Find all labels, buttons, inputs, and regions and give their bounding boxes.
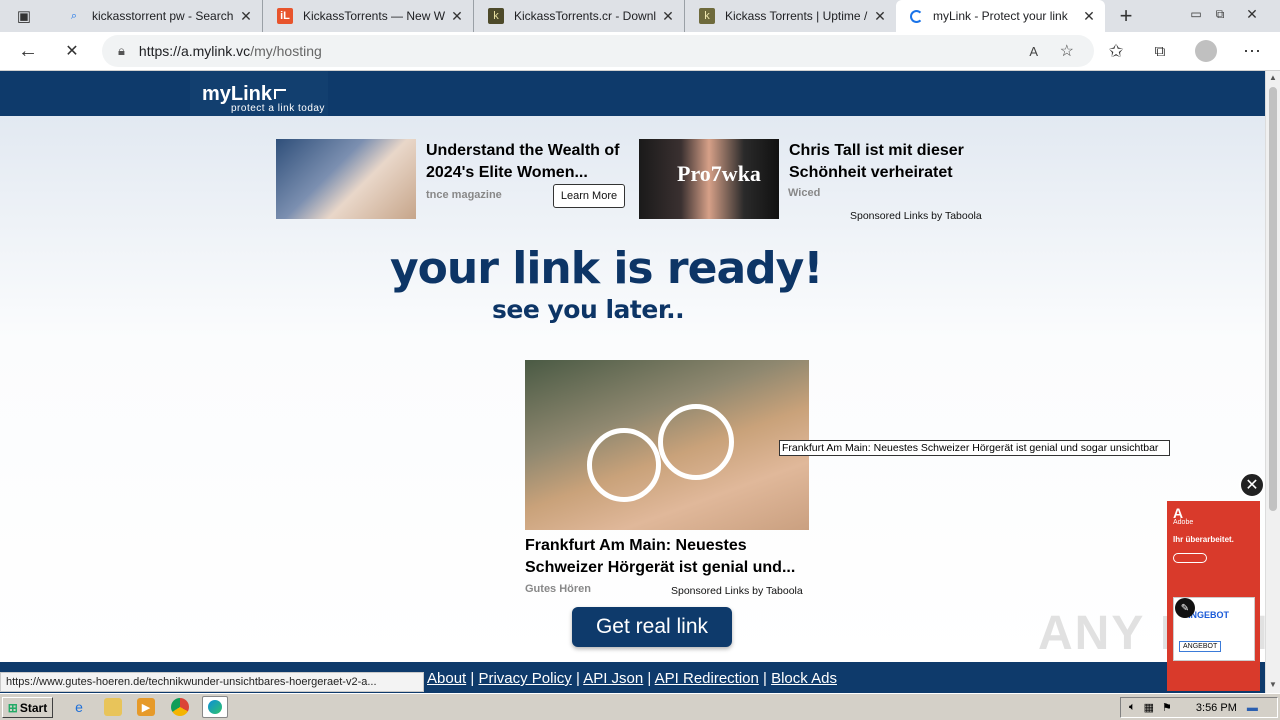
scroll-up-icon[interactable]: ▲ bbox=[1266, 73, 1280, 82]
search-icon: ⌕ bbox=[70, 9, 78, 22]
scroll-thumb[interactable] bbox=[1269, 87, 1277, 511]
browser-tab-strip: ▣ ⌕ kickasstorrent pw - Search ✕ iL Kick… bbox=[0, 0, 1280, 32]
footer-link-about[interactable]: About bbox=[427, 670, 466, 687]
footer-link-privacy[interactable]: Privacy Policy bbox=[478, 670, 571, 687]
ad-source: Gutes Hören bbox=[525, 583, 592, 595]
site-header: myLink protect a link today bbox=[0, 71, 1265, 116]
tab-mylink-active[interactable]: myLink - Protect your link ✕ bbox=[896, 0, 1105, 32]
sponsored-label[interactable]: Sponsored Links by Taboola bbox=[850, 210, 982, 222]
close-tab-icon[interactable]: ✕ bbox=[449, 8, 465, 25]
close-ad-button[interactable]: ✕ bbox=[1239, 472, 1265, 498]
lock-icon: 🔒︎ bbox=[118, 43, 125, 58]
new-tab-icon[interactable]: + bbox=[1112, 2, 1140, 30]
ad-source: Wiced bbox=[788, 187, 821, 199]
page-scrollbar[interactable]: ▲ ▼ bbox=[1265, 71, 1280, 693]
learn-more-button[interactable]: Learn More bbox=[553, 184, 625, 208]
edge-icon bbox=[208, 700, 222, 714]
kat-favicon-icon: k bbox=[699, 8, 715, 24]
footer-link-api-json[interactable]: API Json bbox=[583, 670, 643, 687]
scroll-down-icon[interactable]: ▼ bbox=[1266, 680, 1280, 689]
ad-image-woman bbox=[276, 139, 416, 219]
ad-title: Chris Tall ist mit dieser Schönheit verh… bbox=[789, 142, 964, 181]
add-favorite-icon[interactable]: ☆ bbox=[1060, 41, 1074, 61]
edge-taskbar-button[interactable] bbox=[202, 696, 228, 718]
network-icon[interactable]: ▦ bbox=[1144, 701, 1154, 714]
profile-avatar[interactable] bbox=[1192, 37, 1220, 65]
tab-kickass-uptime[interactable]: k Kickass Torrents | Uptime / ✕ bbox=[685, 0, 896, 32]
close-tab-icon[interactable]: ✕ bbox=[872, 8, 888, 25]
media-player-icon[interactable]: ▶ bbox=[137, 698, 155, 716]
ad-title: Understand the Wealth of 2024's Elite Wo… bbox=[426, 142, 620, 181]
collections-icon[interactable]: ⧉ bbox=[1146, 37, 1174, 65]
il-favicon-icon: iL bbox=[277, 8, 293, 24]
chrome-icon[interactable] bbox=[171, 698, 189, 716]
close-tab-icon[interactable]: ✕ bbox=[660, 8, 676, 25]
ie-icon[interactable]: e bbox=[70, 698, 88, 716]
status-bar-url: https://www.gutes-hoeren.de/technikwunde… bbox=[0, 672, 424, 692]
system-tray: 🔈︎ ▦ ⚑ 3:56 PM ▬ bbox=[1120, 697, 1278, 718]
close-tab-icon[interactable]: ✕ bbox=[1081, 8, 1097, 25]
footer-link-api-redirection[interactable]: API Redirection bbox=[655, 670, 759, 687]
clock[interactable]: 3:56 PM bbox=[1196, 702, 1237, 714]
close-window-icon[interactable]: ✕ bbox=[1238, 0, 1266, 28]
folder-icon[interactable] bbox=[104, 698, 122, 716]
ad-image-hearing-aid bbox=[525, 360, 809, 530]
back-icon[interactable]: ← bbox=[14, 37, 42, 65]
windows-logo-icon: ⊞ bbox=[7, 700, 18, 715]
tab-actions-icon[interactable]: ▣ bbox=[10, 2, 38, 30]
ad-tooltip: Frankfurt Am Main: Neuestes Schweizer Hö… bbox=[779, 440, 1170, 456]
start-button[interactable]: ⊞ Start bbox=[2, 697, 53, 718]
kat-favicon-icon: k bbox=[488, 8, 504, 24]
ad-card-hearing-aid[interactable]: Frankfurt Am Main: Neuestes Schweizer Hö… bbox=[525, 360, 809, 600]
url-bar[interactable]: 🔒︎ https://a.mylink.vc/my/hosting A ☆ bbox=[102, 35, 1094, 67]
get-real-link-button[interactable]: Get real link bbox=[572, 607, 732, 647]
show-desktop-icon[interactable]: ▬ bbox=[1247, 702, 1258, 714]
more-menu-icon[interactable]: ⋯ bbox=[1238, 37, 1266, 65]
side-ad-adobe[interactable]: A Adobe Ihr überarbeitet. ANGEBOT ✎ ANGE… bbox=[1167, 501, 1260, 691]
ad-card-wealth[interactable]: Understand the Wealth of 2024's Elite Wo… bbox=[276, 139, 632, 219]
tab-kickasstorrents-cr[interactable]: k KickassTorrents.cr - Downl ✕ bbox=[474, 0, 685, 32]
ad-source: tnce magazine bbox=[426, 189, 502, 201]
footer-link-block-ads[interactable]: Block Ads bbox=[771, 670, 837, 687]
web-page: myLink protect a link today Understand t… bbox=[0, 71, 1265, 665]
volume-icon[interactable]: 🔈︎ bbox=[1129, 701, 1136, 714]
headline: your link is ready! bbox=[390, 243, 823, 294]
ad-title: Frankfurt Am Main: Neuestes Schweizer Hö… bbox=[525, 537, 796, 576]
sponsored-label[interactable]: Sponsored Links by Taboola bbox=[671, 585, 803, 597]
site-logo[interactable]: myLink protect a link today bbox=[190, 71, 328, 116]
restore-icon[interactable]: ⧉ bbox=[1206, 0, 1234, 28]
close-tab-icon[interactable]: ✕ bbox=[238, 8, 254, 25]
url-host: https://a.mylink.vc bbox=[138, 43, 251, 59]
tab-kickasstorrents-new[interactable]: iL KickassTorrents — New W ✕ bbox=[263, 0, 474, 32]
side-ad-line: Ihr überarbeitet. bbox=[1173, 535, 1234, 544]
loading-icon bbox=[910, 9, 923, 23]
favorites-icon[interactable]: ✩ bbox=[1102, 37, 1130, 65]
ad-image-man: Pro7wka bbox=[639, 139, 779, 219]
side-ad-badge-2: ANGEBOT bbox=[1179, 641, 1222, 652]
flag-icon[interactable]: ⚑ bbox=[1162, 701, 1172, 714]
subheadline: see you later.. bbox=[492, 295, 685, 324]
url-path: /my/hosting bbox=[250, 43, 322, 59]
start-label: Start bbox=[19, 700, 48, 715]
side-ad-brand: Adobe bbox=[1173, 519, 1194, 526]
stop-loading-icon[interactable]: ✕ bbox=[58, 37, 86, 65]
tab-kickasstorrent-search[interactable]: ⌕ kickasstorrent pw - Search ✕ bbox=[52, 0, 263, 32]
read-aloud-icon[interactable]: A bbox=[1029, 44, 1038, 59]
edit-icon[interactable]: ✎ bbox=[1175, 598, 1195, 618]
side-ad-button[interactable] bbox=[1173, 553, 1207, 563]
ad-card-chris-tall[interactable]: Pro7wka Chris Tall ist mit dieser Schönh… bbox=[639, 139, 989, 219]
logo-tagline: protect a link today bbox=[231, 103, 325, 114]
logo-corner-icon bbox=[274, 89, 286, 99]
ad-overlay-text: Pro7wka bbox=[677, 161, 761, 186]
windows-taskbar: ⊞ Start e ▶ 🔈︎ ▦ ⚑ 3:56 PM ▬ bbox=[0, 693, 1280, 720]
footer-links: About | Privacy Policy | API Json | API … bbox=[427, 670, 837, 687]
address-toolbar: ← ✕ 🔒︎ https://a.mylink.vc/my/hosting A … bbox=[0, 32, 1280, 71]
